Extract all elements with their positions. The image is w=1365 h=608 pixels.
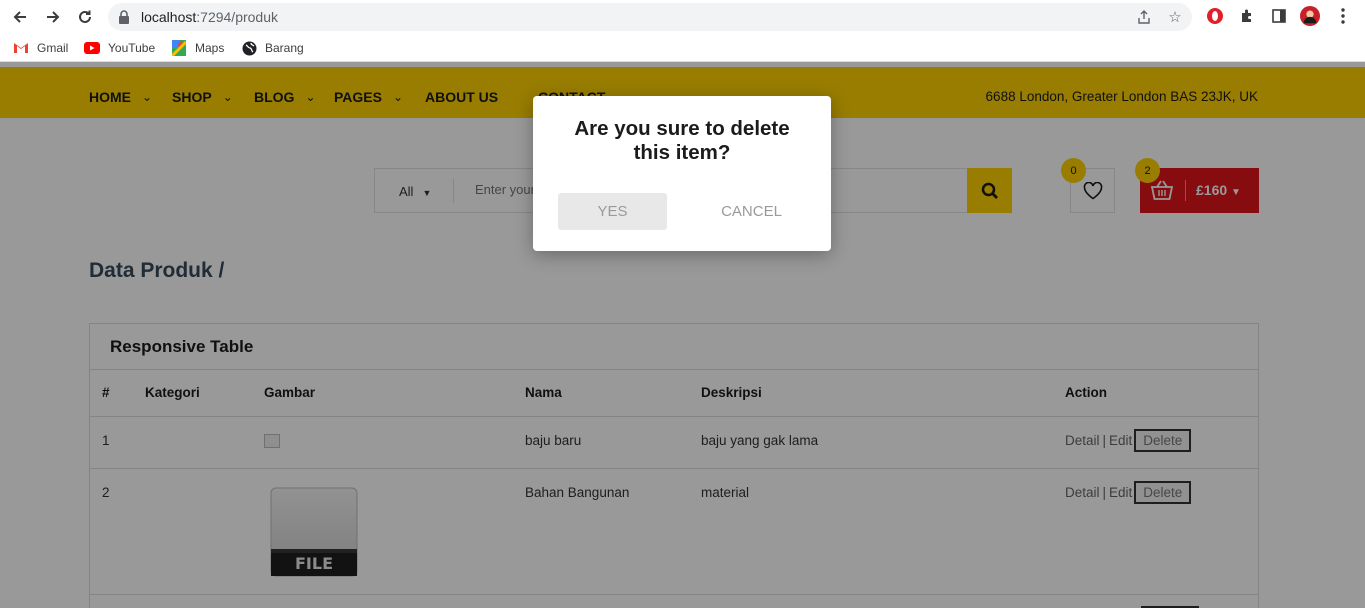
back-icon[interactable] — [7, 4, 33, 30]
globe-icon — [241, 40, 257, 56]
bookmarks-bar: Gmail YouTube Maps Barang — [0, 34, 1365, 62]
chrome-menu-icon[interactable] — [1333, 6, 1353, 26]
bookmark-maps[interactable]: Maps — [171, 40, 224, 56]
share-icon[interactable] — [1135, 8, 1153, 26]
browser-toolbar: localhost:7294/produk ☆ — [0, 0, 1365, 34]
opera-extension-icon[interactable] — [1205, 6, 1225, 26]
extensions-puzzle-icon[interactable] — [1237, 6, 1257, 26]
bookmark-barang[interactable]: Barang — [241, 40, 304, 56]
forward-icon[interactable] — [40, 4, 66, 30]
delete-confirm-dialog: Are you sure to delete this item? YES CA… — [533, 96, 831, 251]
side-panel-icon[interactable] — [1269, 6, 1289, 26]
cancel-button[interactable]: CANCEL — [697, 193, 806, 230]
profile-avatar[interactable] — [1300, 6, 1320, 26]
bookmark-star-icon[interactable]: ☆ — [1166, 8, 1184, 26]
reload-icon[interactable] — [72, 4, 98, 30]
dialog-title: Are you sure to delete this item? — [574, 117, 790, 164]
gmail-icon — [13, 40, 29, 56]
confirm-yes-button[interactable]: YES — [558, 193, 667, 230]
bookmark-youtube[interactable]: YouTube — [84, 40, 155, 56]
youtube-icon — [84, 40, 100, 56]
bookmark-gmail[interactable]: Gmail — [13, 40, 68, 56]
lock-icon — [119, 10, 129, 24]
url-text: localhost:7294/produk — [141, 9, 278, 25]
address-bar[interactable]: localhost:7294/produk ☆ — [108, 3, 1192, 31]
maps-icon — [171, 40, 187, 56]
